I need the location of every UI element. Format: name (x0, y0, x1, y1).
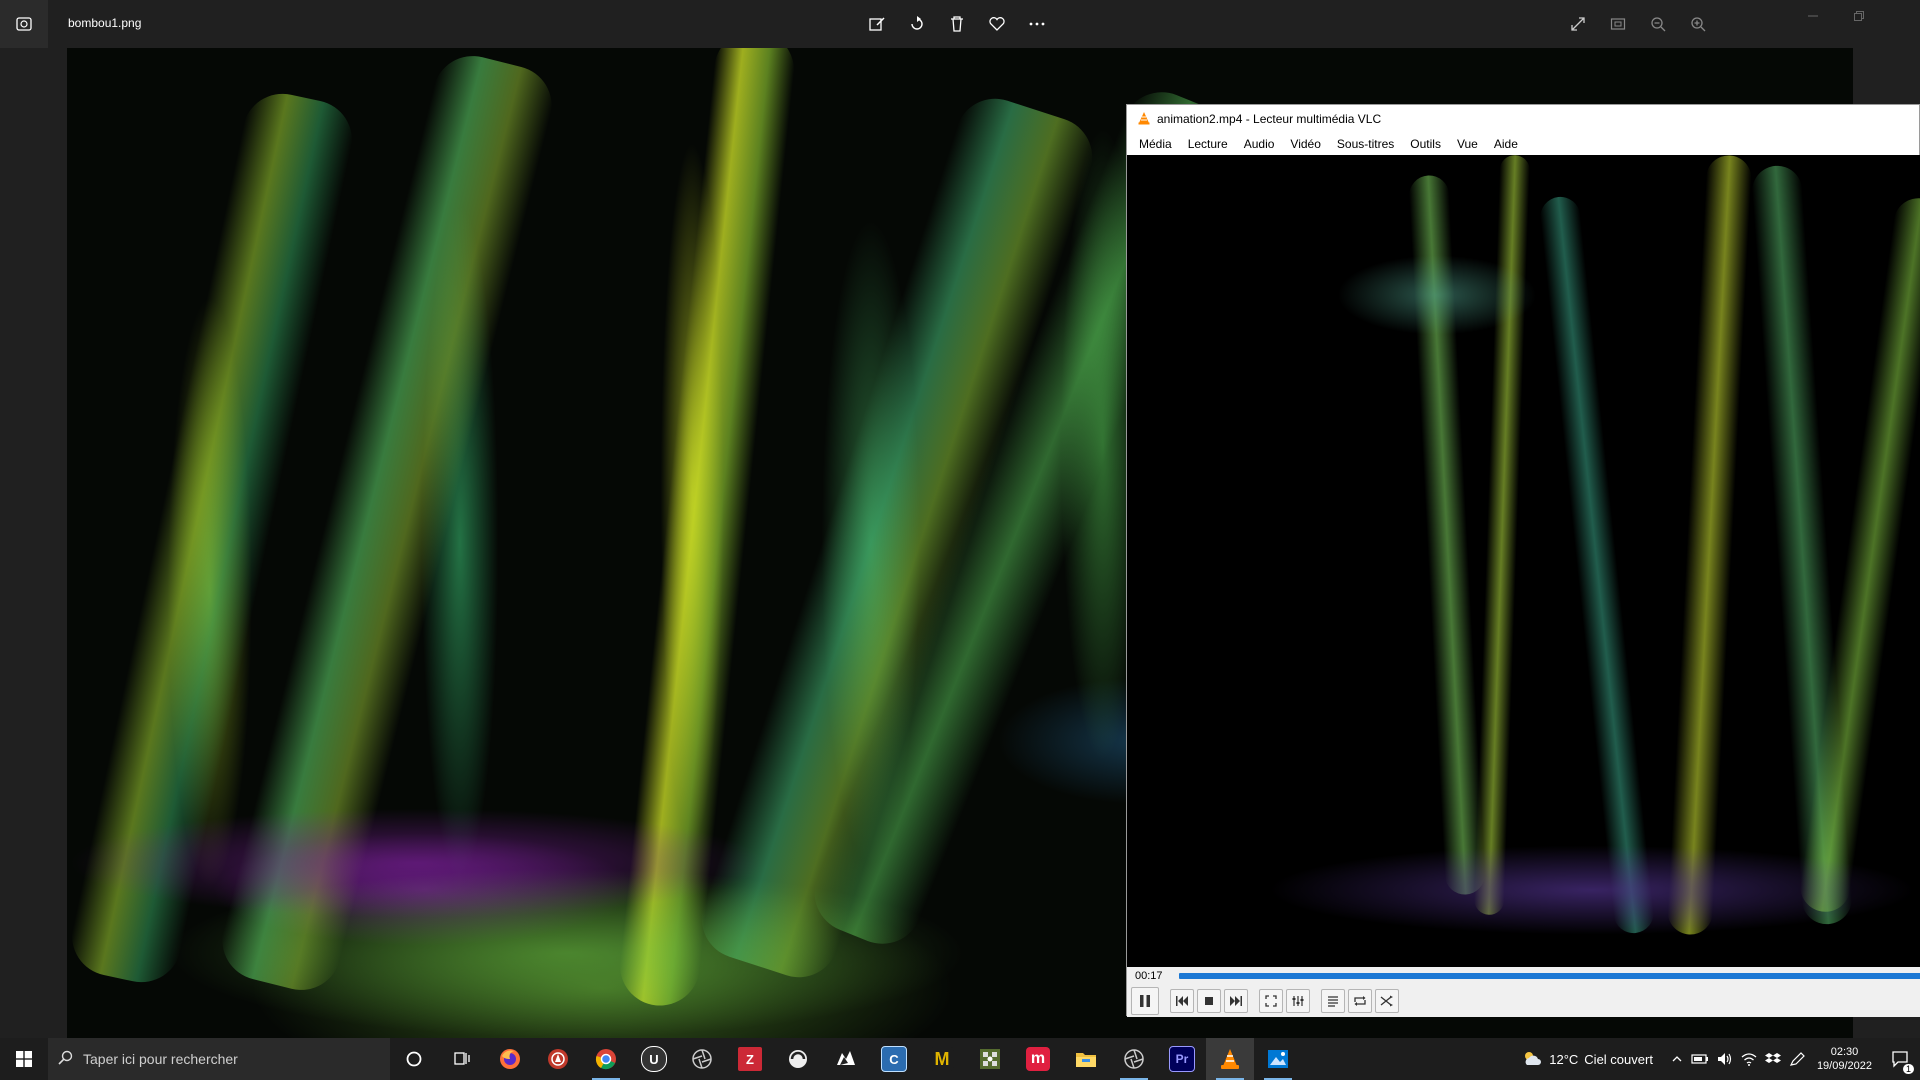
chrome-icon[interactable] (582, 1038, 630, 1080)
search-placeholder: Taper ici pour rechercher (83, 1051, 238, 1067)
zoom-in-icon[interactable] (1686, 12, 1710, 36)
photos-titlebar: bombou1.png (0, 0, 1920, 48)
vlc-menu-audio[interactable]: Audio (1236, 137, 1283, 151)
photos-taskbar-icon[interactable] (1254, 1038, 1302, 1080)
cloudy-weather-icon (1521, 1049, 1543, 1070)
vlc-menu-media[interactable]: Média (1131, 137, 1180, 151)
stop-icon[interactable] (1197, 989, 1221, 1013)
windows-start-icon[interactable] (0, 1038, 48, 1080)
vlc-menu-view[interactable]: Vue (1449, 137, 1486, 151)
delete-icon[interactable] (945, 12, 969, 36)
vlc-taskbar-icon[interactable] (1206, 1038, 1254, 1080)
fullscreen-icon[interactable] (1259, 989, 1283, 1013)
file-explorer-icon[interactable] (1062, 1038, 1110, 1080)
aperture-app-active-icon[interactable] (1110, 1038, 1158, 1080)
app-grid-icon[interactable] (966, 1038, 1014, 1080)
unreal-glyph: U (641, 1046, 667, 1072)
vlc-video-area[interactable] (1127, 155, 1920, 967)
photos-view-toolbar (1566, 12, 1710, 36)
photos-toolbar (865, 12, 1049, 36)
vlc-titlebar: animation2.mp4 - Lecteur multimédia VLC (1127, 105, 1919, 133)
wifi-icon[interactable] (1737, 1052, 1761, 1066)
expand-icon[interactable] (1566, 12, 1590, 36)
cloudcompare-icon[interactable]: C (870, 1038, 918, 1080)
weather-widget[interactable]: 12°C Ciel couvert (1517, 1049, 1657, 1070)
zotero-icon[interactable]: Z (726, 1038, 774, 1080)
playlist-icon[interactable] (1321, 989, 1345, 1013)
rotate-icon[interactable] (905, 12, 929, 36)
app-m-red-icon[interactable]: m (1014, 1038, 1062, 1080)
vlc-controls (1127, 985, 1920, 1017)
app-swirl-icon[interactable] (774, 1038, 822, 1080)
dropbox-icon[interactable] (1761, 1052, 1785, 1066)
photo-left-margin (0, 48, 67, 1038)
vlc-cone-icon (1137, 111, 1151, 128)
more-icon[interactable] (1025, 12, 1049, 36)
unreal-icon[interactable]: U (630, 1038, 678, 1080)
rhino-icon[interactable] (822, 1038, 870, 1080)
firefox-icon[interactable] (486, 1038, 534, 1080)
volume-icon[interactable] (1713, 1052, 1737, 1066)
taskbar: Taper ici pour rechercher U Z C M m Pr 1… (0, 1038, 1920, 1080)
meshroom-icon[interactable]: M (918, 1038, 966, 1080)
slideshow-icon[interactable] (1606, 12, 1630, 36)
shuffle-icon[interactable] (1375, 989, 1399, 1013)
taskbar-clock[interactable]: 02:30 19/09/2022 (1809, 1045, 1880, 1073)
favorite-icon[interactable] (985, 12, 1009, 36)
vlc-menu-help[interactable]: Aide (1486, 137, 1526, 151)
previous-icon[interactable] (1170, 989, 1194, 1013)
meshroom-glyph: M (930, 1047, 954, 1071)
video-bamboo-stalk (1538, 194, 1656, 936)
vlc-menu-tools[interactable]: Outils (1402, 137, 1449, 151)
edit-icon[interactable] (865, 12, 889, 36)
weather-temperature: 12°C (1549, 1051, 1579, 1067)
premiere-glyph: Pr (1169, 1046, 1195, 1072)
app-m-red-glyph: m (1026, 1047, 1050, 1071)
taskbar-search-box[interactable]: Taper ici pour rechercher (48, 1038, 390, 1080)
app-red-circle-icon[interactable] (534, 1038, 582, 1080)
weather-description: Ciel couvert (1584, 1051, 1653, 1067)
vlc-title: animation2.mp4 - Lecteur multimédia VLC (1157, 112, 1382, 126)
vlc-menu-subtitles[interactable]: Sous-titres (1329, 137, 1402, 151)
vlc-elapsed-time: 00:17 (1135, 970, 1163, 982)
notification-count: 1 (1902, 1064, 1914, 1074)
clock-time: 02:30 (1830, 1046, 1859, 1058)
video-ground-debris (1267, 845, 1917, 935)
cloudcompare-glyph: C (881, 1046, 907, 1072)
next-icon[interactable] (1224, 989, 1248, 1013)
notification-center-icon[interactable]: 1 (1880, 1038, 1920, 1080)
photos-app-icon[interactable] (0, 0, 48, 48)
pause-icon[interactable] (1131, 987, 1159, 1015)
battery-icon[interactable] (1687, 1053, 1713, 1065)
cortana-icon[interactable] (390, 1038, 438, 1080)
zoom-out-icon[interactable] (1646, 12, 1670, 36)
video-bamboo-stalk (1666, 155, 1753, 936)
photos-filename: bombou1.png (68, 16, 142, 30)
vlc-seekbar[interactable] (1179, 973, 1920, 979)
extended-settings-icon[interactable] (1286, 989, 1310, 1013)
chevron-up-icon[interactable] (1667, 1053, 1687, 1065)
clock-date: 19/09/2022 (1816, 1060, 1872, 1072)
vlc-seek-row: 00:17 (1127, 967, 1920, 985)
search-icon (58, 1050, 73, 1068)
pen-icon[interactable] (1785, 1052, 1809, 1066)
vlc-menu-lecture[interactable]: Lecture (1180, 137, 1236, 151)
premiere-icon[interactable]: Pr (1158, 1038, 1206, 1080)
vlc-window: animation2.mp4 - Lecteur multimédia VLC … (1126, 104, 1920, 1017)
aperture-icon[interactable] (678, 1038, 726, 1080)
video-leaves (1337, 255, 1537, 335)
zotero-glyph: Z (738, 1047, 762, 1071)
minimize-icon[interactable] (1790, 0, 1836, 32)
loop-icon[interactable] (1348, 989, 1372, 1013)
task-view-icon[interactable] (438, 1038, 486, 1080)
restore-icon[interactable] (1836, 0, 1882, 32)
green-ground-debris (167, 868, 967, 1038)
vlc-menubar: Média Lecture Audio Vidéo Sous-titres Ou… (1127, 133, 1919, 155)
vlc-menu-video[interactable]: Vidéo (1282, 137, 1328, 151)
system-tray: 12°C Ciel couvert 02:30 19/09/2022 1 (1517, 1038, 1920, 1080)
window-controls (1790, 0, 1882, 32)
